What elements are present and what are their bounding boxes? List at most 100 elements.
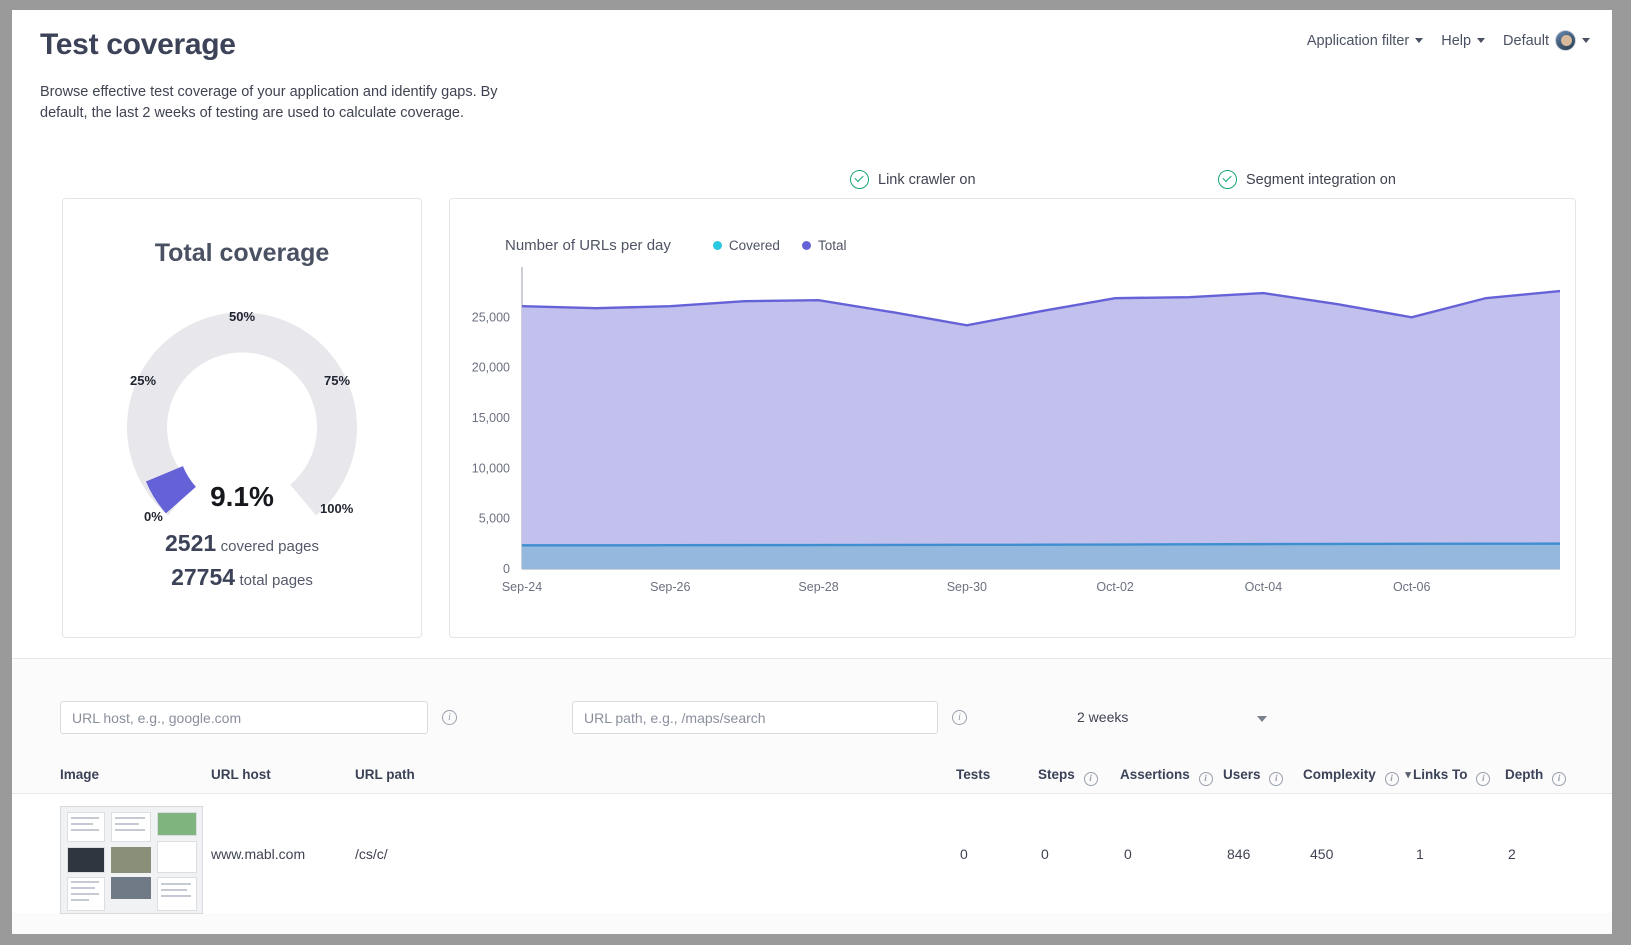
- complexity-info-icon[interactable]: i: [1384, 772, 1399, 786]
- area-chart-svg: 0 5,000 10,000 15,000 20,000 25,000 Sep-24 Sep-…: [472, 267, 1561, 594]
- cell-steps: 0: [1041, 846, 1049, 862]
- column-header-complexity[interactable]: Complexity i ▾: [1303, 767, 1411, 786]
- total-pages-label: total pages: [239, 572, 313, 589]
- help-menu[interactable]: Help: [1441, 32, 1486, 49]
- sort-descending-icon: ▾: [1405, 769, 1411, 781]
- column-header-tests[interactable]: Tests: [956, 767, 990, 782]
- status-segment-integration: Segment integration on: [1218, 170, 1396, 189]
- coverage-table-panel: i i 2 weeks Image URL host URL path Test…: [12, 658, 1612, 934]
- page-thumbnail[interactable]: [60, 806, 203, 914]
- status-link-crawler-label: Link crawler on: [878, 171, 976, 188]
- column-label: Users: [1223, 767, 1261, 782]
- svg-text:5,000: 5,000: [479, 512, 510, 526]
- svg-text:Oct-06: Oct-06: [1393, 580, 1431, 594]
- covered-pages-label: covered pages: [220, 538, 320, 555]
- svg-text:Sep-26: Sep-26: [650, 580, 690, 594]
- cell-links-to: 1: [1416, 846, 1424, 862]
- status-link-crawler: Link crawler on: [850, 170, 976, 189]
- coverage-gauge: 0% 25% 50% 75% 100% 9.1%: [92, 281, 392, 546]
- check-circle-icon: [1218, 170, 1237, 189]
- gauge-tick-25: 25%: [130, 373, 157, 388]
- url-host-info-icon[interactable]: i: [442, 710, 457, 725]
- cell-tests: 0: [960, 846, 968, 862]
- svg-text:Sep-24: Sep-24: [502, 580, 542, 594]
- cell-url-path: /cs/c/: [355, 846, 388, 862]
- total-pages-value: 27754: [171, 564, 236, 590]
- timeframe-value: 2 weeks: [1077, 709, 1129, 725]
- table-row[interactable]: www.mabl.com /cs/c/ 0 0 0 846 450 1 2: [12, 793, 1612, 914]
- column-header-assertions[interactable]: Assertions i: [1120, 767, 1213, 786]
- area-chart: 0 5,000 10,000 15,000 20,000 25,000 Sep-24 Sep-…: [450, 199, 1577, 644]
- svg-text:20,000: 20,000: [472, 361, 510, 375]
- app-window: Test coverage Application filter Help De…: [12, 10, 1612, 934]
- column-label: Links To: [1413, 767, 1468, 782]
- column-label: URL path: [355, 767, 415, 782]
- column-header-depth[interactable]: Depth i: [1505, 767, 1567, 786]
- application-filter-menu[interactable]: Application filter: [1306, 32, 1424, 49]
- depth-info-icon[interactable]: i: [1552, 772, 1567, 786]
- svg-text:Oct-02: Oct-02: [1096, 580, 1134, 594]
- gauge-title: Total coverage: [154, 239, 330, 267]
- column-label: Depth: [1505, 767, 1544, 782]
- coverage-table: Image URL host URL path Tests Steps i As…: [12, 759, 1612, 914]
- cell-complexity: 450: [1310, 846, 1334, 862]
- chevron-down-icon: [1257, 716, 1267, 722]
- filter-row: i i 2 weeks: [12, 701, 1612, 737]
- svg-text:Sep-28: Sep-28: [798, 580, 838, 594]
- cell-assertions: 0: [1124, 846, 1132, 862]
- help-label: Help: [1441, 32, 1472, 49]
- profile-label: Default: [1503, 32, 1549, 49]
- column-label: URL host: [211, 767, 271, 782]
- users-info-icon[interactable]: i: [1269, 772, 1284, 786]
- column-label: Tests: [956, 767, 991, 782]
- url-path-info-icon[interactable]: i: [952, 710, 967, 725]
- profile-menu[interactable]: Default: [1503, 30, 1590, 51]
- avatar: [1555, 30, 1576, 51]
- column-header-users[interactable]: Users i: [1223, 767, 1284, 786]
- column-label: Assertions: [1120, 767, 1190, 782]
- svg-text:25,000: 25,000: [472, 310, 510, 324]
- column-label: Steps: [1038, 767, 1075, 782]
- column-label: Complexity: [1303, 767, 1376, 782]
- column-header-links-to[interactable]: Links To i: [1413, 767, 1491, 786]
- timeframe-select[interactable]: 2 weeks: [1077, 701, 1277, 734]
- header-actions: Application filter Help Default: [1307, 30, 1590, 51]
- chevron-down-icon: [1477, 38, 1486, 43]
- total-coverage-card: Total coverage 0% 25% 50% 75% 100% 9.1% …: [62, 198, 422, 638]
- gauge-value: 9.1%: [210, 481, 274, 512]
- table-header-row: Image URL host URL path Tests Steps i As…: [12, 759, 1612, 793]
- links-to-info-icon[interactable]: i: [1476, 772, 1491, 786]
- total-pages-stat: 27754 total pages: [63, 564, 421, 591]
- gauge-tick-75: 75%: [324, 373, 351, 388]
- page-description: Browse effective test coverage of your a…: [40, 84, 498, 121]
- cell-url-host: www.mabl.com: [211, 846, 306, 862]
- assertions-info-icon[interactable]: i: [1198, 772, 1213, 786]
- application-filter-label: Application filter: [1306, 32, 1410, 49]
- column-header-url-path[interactable]: URL path: [355, 767, 415, 782]
- url-path-input[interactable]: [572, 701, 938, 734]
- url-host-input[interactable]: [60, 701, 428, 734]
- page-title: Test coverage: [40, 28, 236, 61]
- gauge-tick-50: 50%: [229, 309, 256, 324]
- cell-users: 846: [1227, 846, 1251, 862]
- urls-per-day-card: Number of URLs per day Covered Total 0 5,…: [449, 198, 1576, 638]
- covered-pages-stat: 2521 covered pages: [63, 530, 421, 557]
- check-circle-icon: [850, 170, 869, 189]
- column-header-image[interactable]: Image: [60, 767, 99, 782]
- page-header: Test coverage Application filter Help De…: [12, 10, 1612, 82]
- column-header-steps[interactable]: Steps i: [1038, 767, 1098, 786]
- covered-pages-value: 2521: [164, 530, 217, 556]
- svg-text:15,000: 15,000: [472, 411, 510, 425]
- steps-info-icon[interactable]: i: [1083, 772, 1098, 786]
- column-header-url-host[interactable]: URL host: [211, 767, 271, 782]
- status-segment-integration-label: Segment integration on: [1246, 171, 1396, 188]
- chevron-down-icon: [1582, 38, 1590, 43]
- cell-depth: 2: [1508, 846, 1516, 862]
- column-label: Image: [60, 767, 100, 782]
- svg-text:10,000: 10,000: [472, 461, 510, 475]
- svg-text:Sep-30: Sep-30: [947, 580, 987, 594]
- svg-text:Oct-04: Oct-04: [1245, 580, 1283, 594]
- svg-text:0: 0: [503, 562, 510, 576]
- chevron-down-icon: [1415, 38, 1424, 43]
- status-row: Link crawler on Segment integration on: [12, 170, 1612, 196]
